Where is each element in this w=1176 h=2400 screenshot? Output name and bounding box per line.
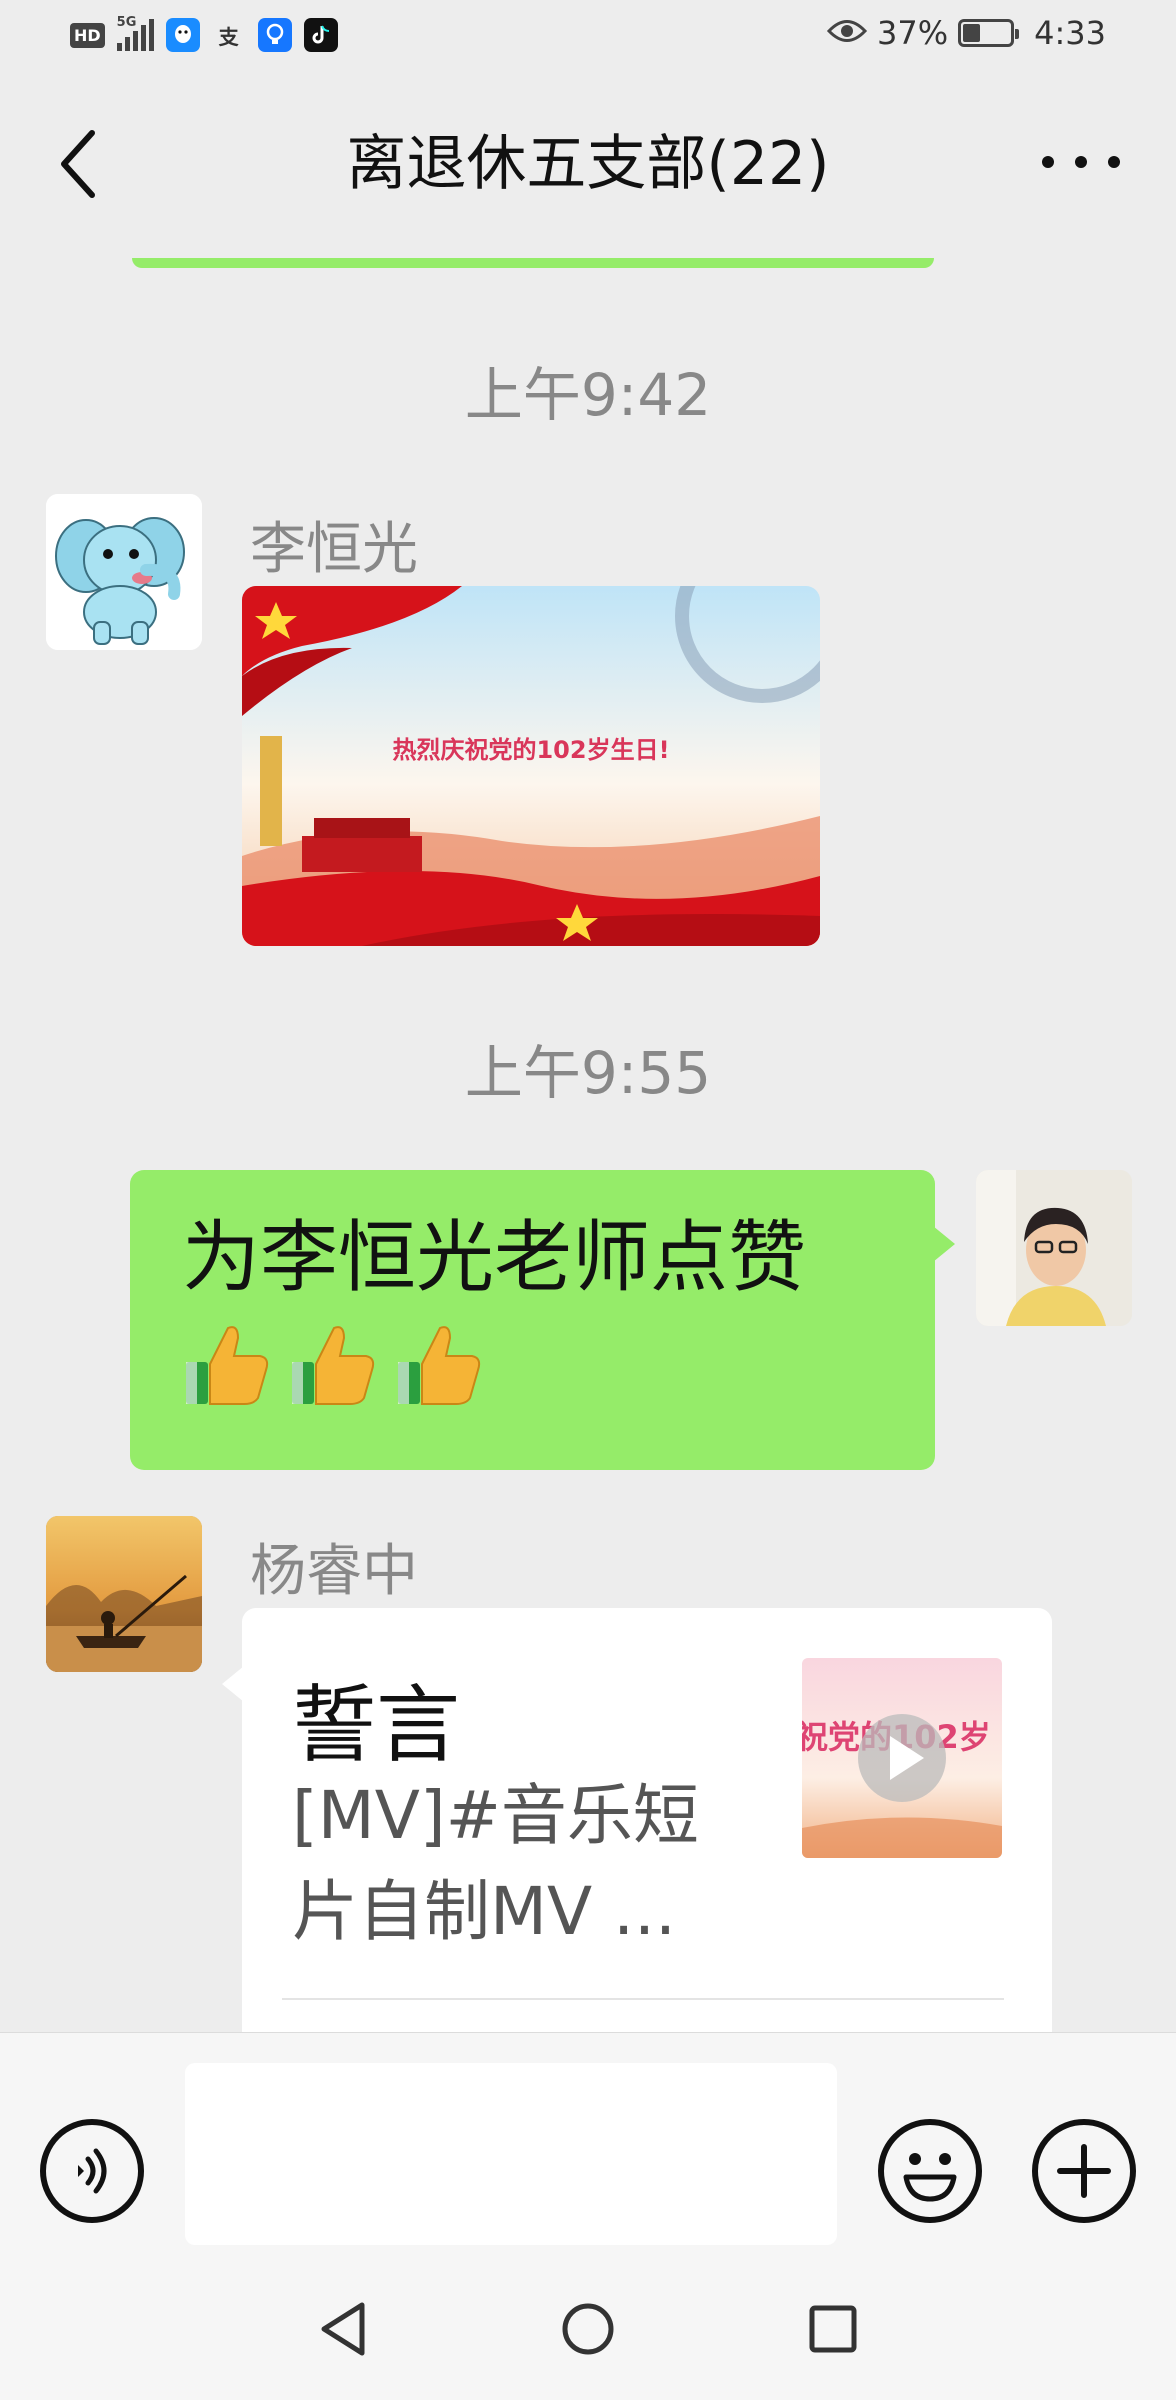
timestamp: 上午9:55 (464, 1039, 712, 1107)
card-description: [MV]#音乐短片自制MV ... (292, 1777, 699, 1950)
battery-percent: 37% (877, 14, 949, 52)
my-message-bubble[interactable]: 为李恒光老师点赞 (130, 1170, 955, 1470)
circle-home-icon (562, 2303, 614, 2355)
square-recents-icon (809, 2305, 857, 2353)
lightbulb-app-icon (257, 18, 292, 52)
voice-input-button[interactable] (40, 2119, 144, 2223)
sender-name: 李恒光 (250, 517, 418, 582)
thumbs-up-icon (398, 1326, 481, 1405)
clock: 4:33 (1034, 14, 1106, 52)
message-list[interactable]: 上午9:42 李恒光 热烈庆祝党的102岁生日! 上午9:55 为李恒光老师点赞… (0, 258, 1176, 2032)
more-options-button[interactable] (1036, 132, 1126, 192)
battery-icon (958, 19, 1020, 47)
my-avatar[interactable] (976, 1170, 1132, 1326)
avatar[interactable] (46, 494, 202, 650)
alipay-icon: 支 (218, 24, 239, 49)
emoji-button[interactable] (878, 2119, 982, 2223)
thumbs-up-icon (186, 1326, 269, 1405)
chat-title: 离退休五支部(22) (346, 129, 830, 199)
more-functions-button[interactable] (1032, 2119, 1136, 2223)
system-navigation-bar (0, 2250, 1176, 2400)
voice-icon (78, 2148, 107, 2194)
hd-badge: HD (70, 22, 105, 48)
thumbs-up-emojis (182, 1318, 883, 1408)
message-input[interactable] (185, 2063, 837, 2245)
system-back-button[interactable] (308, 2294, 378, 2364)
signal-icon: 5G (116, 15, 154, 51)
network-type: 5G (116, 15, 137, 30)
timestamp: 上午9:42 (464, 361, 712, 429)
more-dot (1075, 156, 1087, 168)
status-bar: HD 5G 支 37% 4:33 (0, 0, 1176, 72)
status-icons-left: HD 5G 支 (70, 15, 338, 52)
more-dot (1108, 156, 1120, 168)
status-icons-right: 37% 4:33 (826, 14, 1106, 52)
avatar[interactable] (46, 1516, 202, 1672)
smiley-icon (903, 2153, 957, 2202)
tiktok-icon (303, 18, 338, 52)
previous-message-bubble[interactable] (132, 258, 934, 268)
message-text: 为李恒光老师点赞 (182, 1213, 807, 1303)
user-photo-avatar (976, 1170, 1132, 1326)
qq-app-icon (165, 18, 200, 52)
system-recents-button[interactable] (798, 2294, 868, 2364)
system-home-button[interactable] (553, 2294, 623, 2364)
image-message[interactable]: 热烈庆祝党的102岁生日! (242, 586, 820, 946)
eye-icon (826, 14, 868, 52)
battery-fill (963, 24, 981, 42)
thumbs-up-icon (292, 1326, 375, 1405)
card-title: 誓言 (292, 1676, 461, 1774)
video-thumbnail-image: 祝党的102岁 (802, 1658, 1002, 1858)
video-link-card[interactable]: 誓言 [MV]#音乐短片自制MV ... 祝党的102岁 (222, 1608, 1052, 2032)
image-caption: 热烈庆祝党的102岁生日! (392, 736, 669, 764)
video-thumbnail[interactable]: 祝党的102岁 (802, 1658, 1002, 1858)
celebration-image: 热烈庆祝党的102岁生日! (242, 586, 820, 946)
triangle-back-icon (321, 2302, 365, 2356)
more-dot (1042, 156, 1054, 168)
card-divider (282, 1998, 1004, 2000)
elephant-avatar-icon (46, 494, 202, 650)
chat-header: 离退休五支部(22) (0, 72, 1176, 258)
input-bar (0, 2032, 1176, 2250)
plus-icon (1057, 2144, 1111, 2198)
landscape-avatar (46, 1516, 202, 1672)
sender-name: 杨睿中 (250, 1539, 418, 1604)
